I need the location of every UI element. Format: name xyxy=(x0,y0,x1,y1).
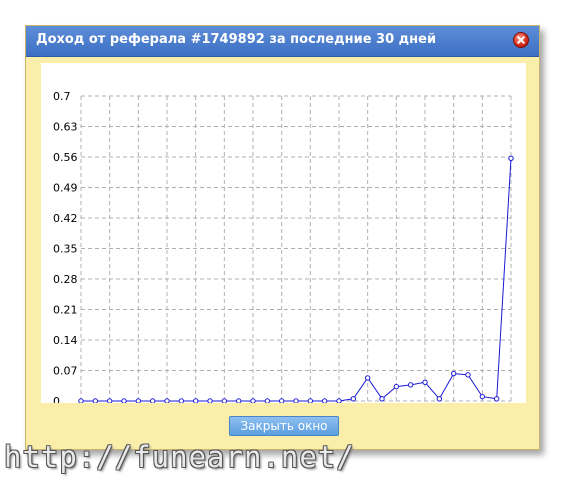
y-tick-label: 0.35 xyxy=(53,243,78,256)
data-point xyxy=(106,398,113,403)
data-point xyxy=(278,398,285,403)
data-point xyxy=(250,398,256,403)
y-tick-label: 0 xyxy=(53,395,60,403)
data-point xyxy=(379,396,385,402)
chart-area: 0 0.07 0.14 0.21 0.28 0.35 0.42 0.49 0.56 0.63 0.7… xyxy=(41,63,526,403)
data-point xyxy=(135,398,142,403)
y-tick-label: 0.7 xyxy=(53,90,71,103)
dialog-title: Доход от реферала #1749892 за последние … xyxy=(36,32,437,47)
data-point xyxy=(407,382,414,388)
y-tick-label: 0.21 xyxy=(53,304,78,317)
data-point xyxy=(192,398,199,403)
y-tick-label: 0.07 xyxy=(53,365,78,378)
y-tick-label: 0.28 xyxy=(53,273,78,286)
close-window-button[interactable]: Закрыть окно xyxy=(229,416,339,436)
x-tick-label: 21.09 xyxy=(409,401,441,403)
close-icon[interactable] xyxy=(513,32,529,48)
data-point xyxy=(178,398,185,403)
series-line xyxy=(81,158,512,402)
data-point xyxy=(450,370,457,377)
data-point xyxy=(92,398,99,403)
data-point xyxy=(235,398,242,403)
y-tick-label: 0.56 xyxy=(53,151,78,164)
data-point xyxy=(164,398,170,403)
data-point xyxy=(465,372,471,378)
data-point xyxy=(508,155,514,162)
dialog-title-bar: Доход от реферала #1749892 за последние … xyxy=(26,26,539,57)
referral-income-dialog: Доход от реферала #1749892 за последние … xyxy=(25,25,540,450)
y-tick-label: 0.14 xyxy=(53,334,78,347)
data-point xyxy=(422,379,428,385)
data-point xyxy=(393,383,400,390)
y-tick-label: 0.49 xyxy=(53,182,78,195)
data-point xyxy=(436,396,443,402)
watermark-text: http://funearn.net/ xyxy=(4,440,355,474)
data-point xyxy=(207,398,213,403)
data-point xyxy=(350,396,357,402)
y-tick-label: 0.42 xyxy=(53,212,78,225)
data-point xyxy=(264,398,271,403)
y-tick-label: 0.63 xyxy=(53,121,78,134)
data-point xyxy=(479,393,486,400)
x-tick-label: 17.09 xyxy=(352,401,384,403)
data-point xyxy=(78,398,84,403)
x-tick-label: 25.09 xyxy=(467,401,499,403)
data-point xyxy=(493,396,500,402)
data-point xyxy=(307,398,314,403)
income-line-chart: 0 0.07 0.14 0.21 0.28 0.35 0.42 0.49 0.56 0.63 0.7… xyxy=(53,90,514,403)
data-point xyxy=(149,398,156,403)
data-point xyxy=(336,398,342,403)
data-point xyxy=(364,375,371,381)
data-point xyxy=(121,398,127,403)
data-point xyxy=(293,398,299,403)
data-point xyxy=(221,398,228,403)
data-point xyxy=(321,398,328,403)
